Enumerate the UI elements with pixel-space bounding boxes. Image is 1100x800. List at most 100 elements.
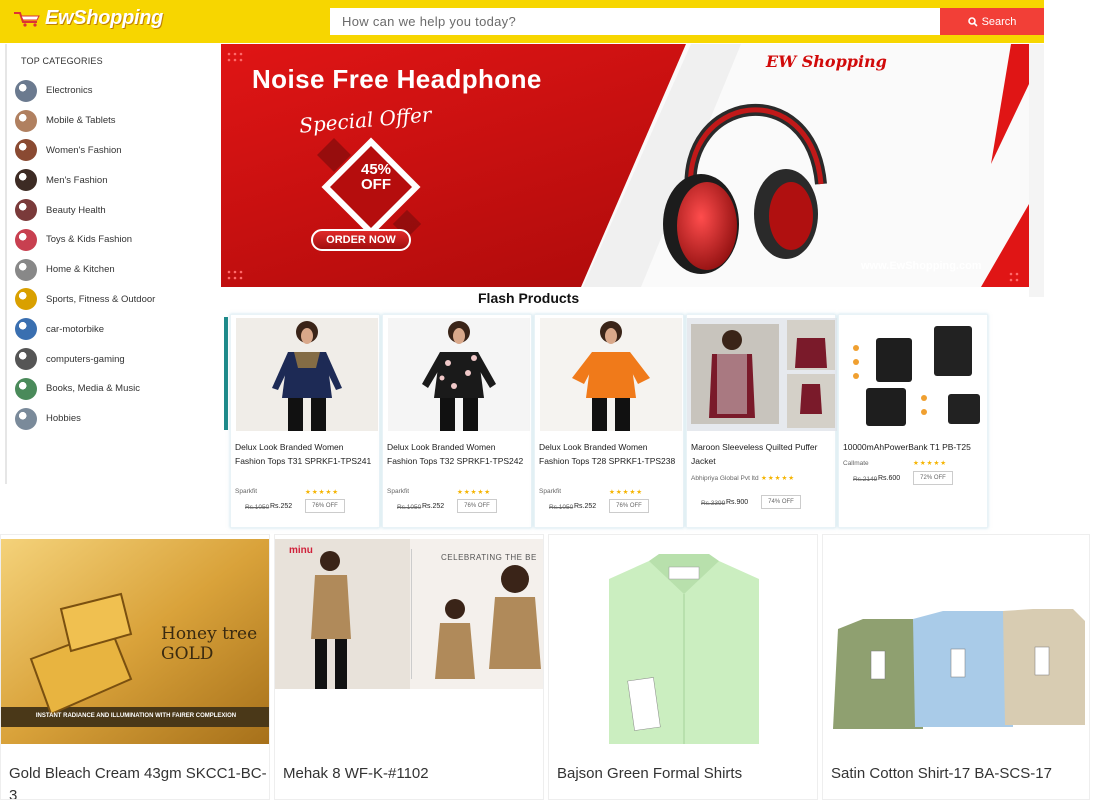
product-image bbox=[388, 318, 530, 431]
sidebar-item-beauty-health[interactable]: Beauty Health bbox=[15, 195, 215, 225]
toys-icon bbox=[15, 228, 37, 251]
flash-product-card[interactable]: Delux Look Branded Women Fashion Tops T3… bbox=[382, 314, 532, 528]
product-image: minu CELEBRATING THE BE bbox=[275, 539, 543, 689]
product-brand: Abhipriya Global Pvt ltd bbox=[691, 475, 759, 482]
flash-product-card[interactable]: Delux Look Branded Women Fashion Tops T3… bbox=[230, 314, 380, 528]
cart-logo-icon bbox=[14, 12, 40, 27]
product-name: Bajson Green Formal Shirts bbox=[557, 765, 743, 782]
product-rating: ★★★★★ bbox=[913, 460, 948, 467]
product-old-price: Rs.1050 bbox=[549, 504, 574, 511]
product-price: Rs.252 bbox=[422, 503, 445, 510]
header-bar: EwShopping Search bbox=[0, 0, 1044, 43]
flash-product-card[interactable]: 10000mAhPowerBank T1 PB-T25 Callmate ★★★… bbox=[838, 314, 988, 528]
banner-brand: EW Shopping bbox=[766, 52, 887, 71]
product-price: Rs.252 bbox=[270, 503, 293, 510]
hobbies-icon bbox=[15, 407, 37, 430]
search-button-label: Search bbox=[981, 15, 1017, 28]
product-name: Delux Look Branded Women Fashion Tops T2… bbox=[539, 442, 676, 466]
product-image bbox=[687, 318, 837, 431]
books-icon bbox=[15, 377, 37, 400]
sidebar-title: TOP CATEGORIES bbox=[21, 56, 103, 66]
sidebar-item-home-kitchen[interactable]: Home & Kitchen bbox=[15, 255, 215, 285]
product-image: Honey tree GOLD INSTANT RADIANCE AND ILL… bbox=[1, 539, 269, 744]
page-edge bbox=[1029, 44, 1044, 297]
sidebar-item-label: Women's Fashion bbox=[46, 144, 122, 156]
promo-banner[interactable]: Noise Free Headphone Special Offer 45% O… bbox=[221, 44, 1029, 287]
product-price: Rs.252 bbox=[574, 503, 597, 510]
product-rating: ★★★★★ bbox=[305, 489, 340, 496]
product-card[interactable]: Satin Cotton Shirt-17 BA-SCS-17 bbox=[822, 534, 1090, 800]
product-image-caption: INSTANT RADIANCE AND ILLUMINATION WITH F… bbox=[35, 713, 237, 719]
page: EwShopping Search TOP CATEGORIES Electro… bbox=[0, 0, 1100, 800]
beauty-icon bbox=[15, 199, 37, 222]
sidebar-item-sports[interactable]: Sports, Fitness & Outdoor bbox=[15, 285, 215, 315]
search-button[interactable]: Search bbox=[940, 8, 1044, 35]
sidebar-item-label: Home & Kitchen bbox=[46, 264, 115, 276]
sidebar-item-mobile-tablets[interactable]: Mobile & Tablets bbox=[15, 106, 215, 136]
sidebar-item-label: car-motorbike bbox=[46, 323, 105, 335]
product-image bbox=[844, 318, 986, 431]
carousel-edge bbox=[224, 317, 228, 430]
mobile-icon bbox=[15, 109, 37, 132]
product-name: 10000mAhPowerBank T1 PB-T25 bbox=[843, 442, 971, 452]
product-name: Maroon Sleeveless Quilted Puffer Jacket bbox=[691, 442, 818, 466]
sidebar-item-label: Hobbies bbox=[46, 413, 81, 425]
product-name: Delux Look Branded Women Fashion Tops T3… bbox=[387, 442, 524, 466]
discount-badge: 76% OFF bbox=[609, 499, 649, 513]
product-card[interactable]: Bajson Green Formal Shirts bbox=[548, 534, 818, 800]
search-icon bbox=[967, 16, 978, 27]
sidebar-item-computers-gaming[interactable]: computers-gaming bbox=[15, 344, 215, 374]
sports-icon bbox=[15, 288, 37, 311]
men-icon bbox=[15, 169, 37, 192]
sidebar-item-books-media[interactable]: Books, Media & Music bbox=[15, 374, 215, 404]
banner-discount: 45% OFF bbox=[346, 162, 406, 192]
product-old-price: Rs.2149 bbox=[853, 476, 878, 483]
order-now-button[interactable]: ORDER NOW bbox=[311, 229, 411, 251]
product-price: Rs.600 bbox=[878, 475, 901, 482]
product-name: Satin Cotton Shirt-17 BA-SCS-17 bbox=[831, 765, 1052, 782]
women-icon bbox=[15, 139, 37, 162]
product-old-price: Rs.1050 bbox=[397, 504, 422, 511]
logo-text: EwShopping bbox=[45, 6, 164, 29]
search-input[interactable] bbox=[330, 8, 940, 35]
sidebar-item-womens-fashion[interactable]: Women's Fashion bbox=[15, 136, 215, 166]
sidebar-item-car-motorbike[interactable]: car-motorbike bbox=[15, 314, 215, 344]
discount-badge: 74% OFF bbox=[761, 495, 801, 509]
product-brand: Callmate bbox=[843, 460, 869, 467]
product-image bbox=[549, 539, 817, 744]
banner-title: Noise Free Headphone bbox=[252, 64, 542, 94]
sidebar-item-toys-kids[interactable]: Toys & Kids Fashion bbox=[15, 225, 215, 255]
product-price: Rs.900 bbox=[726, 499, 749, 506]
sidebar-item-electronics[interactable]: Electronics bbox=[15, 76, 215, 106]
sidebar-item-label: Books, Media & Music bbox=[46, 383, 140, 395]
flash-product-card[interactable]: Maroon Sleeveless Quilted Puffer Jacket … bbox=[686, 314, 837, 528]
sidebar-item-label: Toys & Kids Fashion bbox=[46, 234, 133, 246]
sidebar-item-mens-fashion[interactable]: Men's Fashion bbox=[15, 165, 215, 195]
site-logo[interactable]: EwShopping bbox=[12, 3, 163, 33]
electronics-icon bbox=[15, 79, 37, 102]
banner-url: www.EwShopping.com bbox=[861, 260, 982, 272]
product-image bbox=[236, 318, 378, 431]
discount-off: OFF bbox=[361, 176, 391, 193]
product-rating: ★★★★★ bbox=[609, 489, 644, 496]
computer-icon bbox=[15, 348, 37, 371]
car-icon bbox=[15, 318, 37, 341]
product-image bbox=[540, 318, 682, 431]
flash-products-title: Flash Products bbox=[478, 290, 580, 306]
flash-product-card[interactable]: Delux Look Branded Women Fashion Tops T2… bbox=[534, 314, 684, 528]
product-rating: ★★★★★ bbox=[457, 489, 492, 496]
discount-badge: 76% OFF bbox=[305, 499, 345, 513]
product-name: Mehak 8 WF-K-#1102 bbox=[283, 765, 429, 782]
product-image-tagline: CELEBRATING THE BE bbox=[441, 553, 537, 562]
home-icon bbox=[15, 258, 37, 281]
discount-badge: 72% OFF bbox=[913, 471, 953, 485]
sidebar-item-hobbies[interactable]: Hobbies bbox=[15, 404, 215, 434]
product-card[interactable]: Honey tree GOLD INSTANT RADIANCE AND ILL… bbox=[0, 534, 270, 800]
product-image bbox=[823, 539, 1089, 744]
category-list: Electronics Mobile & Tablets Women's Fas… bbox=[15, 76, 215, 434]
sidebar-item-label: Men's Fashion bbox=[46, 174, 108, 186]
product-card[interactable]: minu CELEBRATING THE BE Mehak 8 WF-K-#11… bbox=[274, 534, 544, 800]
product-brand: Sparkfit bbox=[235, 488, 258, 495]
product-old-price: Rs.3399 bbox=[701, 500, 726, 507]
sidebar-item-label: Mobile & Tablets bbox=[46, 115, 116, 127]
